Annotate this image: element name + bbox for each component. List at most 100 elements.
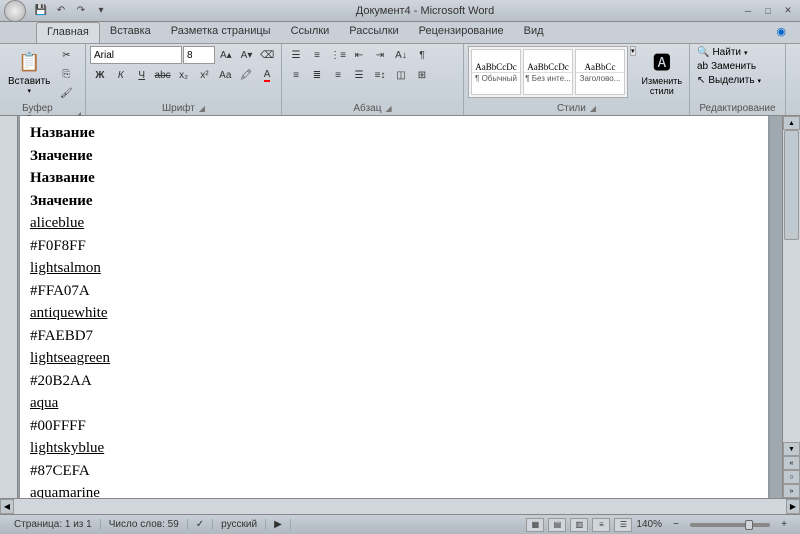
subscript-icon[interactable]: x₂ — [174, 66, 194, 84]
minimize-button[interactable]: ─ — [740, 4, 756, 18]
scroll-thumb[interactable] — [784, 130, 799, 240]
style-gallery-more-icon[interactable]: ▾ — [630, 46, 636, 56]
doc-line-8[interactable]: antiquewhite — [30, 302, 758, 325]
italic-icon[interactable]: К — [111, 66, 131, 84]
tab-0[interactable]: Главная — [36, 22, 100, 43]
tab-4[interactable]: Рассылки — [339, 22, 408, 43]
prev-page-icon[interactable]: « — [783, 456, 800, 470]
doc-line-12[interactable]: aqua — [30, 392, 758, 415]
zoom-slider[interactable] — [690, 523, 770, 527]
hscroll-right-icon[interactable]: ▶ — [786, 499, 800, 514]
format-painter-icon[interactable]: 🖌 — [56, 84, 76, 102]
status-language[interactable]: русский — [213, 519, 266, 530]
doc-line-6[interactable]: lightsalmon — [30, 257, 758, 280]
shrink-font-icon[interactable]: A▾ — [237, 46, 257, 64]
status-page[interactable]: Страница: 1 из 1 — [6, 519, 101, 530]
doc-line-3[interactable]: Значение — [30, 190, 758, 213]
zoom-thumb[interactable] — [745, 520, 753, 530]
highlight-icon[interactable]: 🖍 — [236, 66, 256, 84]
superscript-icon[interactable]: x² — [194, 66, 214, 84]
office-button[interactable] — [4, 0, 26, 22]
font-name-input[interactable] — [90, 46, 182, 64]
shading-icon[interactable]: ◫ — [391, 66, 411, 84]
doc-line-15[interactable]: #87CEFA — [30, 460, 758, 483]
strikethrough-icon[interactable]: abc — [153, 66, 173, 84]
doc-line-9[interactable]: #FAEBD7 — [30, 325, 758, 348]
doc-line-7[interactable]: #FFA07A — [30, 280, 758, 303]
doc-line-5[interactable]: #F0F8FF — [30, 235, 758, 258]
tab-5[interactable]: Рецензирование — [409, 22, 514, 43]
align-left-icon[interactable]: ≡ — [286, 66, 306, 84]
style-item-0[interactable]: AaBbCcDc¶ Обычный — [471, 49, 521, 95]
document-page[interactable]: НазваниеЗначениеНазваниеЗначениеaliceblu… — [20, 116, 768, 498]
doc-line-13[interactable]: #00FFFF — [30, 415, 758, 438]
change-styles-button[interactable]: 🅰 Изменить стили — [638, 46, 687, 98]
paragraph-dialog-icon[interactable]: ◢ — [385, 104, 391, 113]
hscroll-track[interactable] — [14, 499, 786, 514]
tab-6[interactable]: Вид — [514, 22, 554, 43]
borders-icon[interactable]: ⊞ — [412, 66, 432, 84]
underline-icon[interactable]: Ч — [132, 66, 152, 84]
tab-1[interactable]: Вставка — [100, 22, 161, 43]
find-button[interactable]: 🔍Найти▾ — [694, 46, 764, 59]
zoom-in-icon[interactable]: + — [774, 516, 794, 534]
close-button[interactable]: ✕ — [780, 4, 796, 18]
redo-icon[interactable]: ↷ — [72, 2, 90, 20]
save-icon[interactable]: 💾 — [32, 2, 50, 20]
font-dialog-icon[interactable]: ◢ — [199, 104, 205, 113]
replace-button[interactable]: abЗаменить — [694, 60, 764, 73]
numbering-icon[interactable]: ≡ — [307, 46, 327, 64]
doc-line-14[interactable]: lightskyblue — [30, 437, 758, 460]
doc-line-4[interactable]: aliceblue — [30, 212, 758, 235]
change-case-icon[interactable]: Aa — [215, 66, 235, 84]
style-item-2[interactable]: AaBbCcЗаголово... — [575, 49, 625, 95]
view-draft-icon[interactable]: ☰ — [614, 518, 632, 532]
next-page-icon[interactable]: » — [783, 484, 800, 498]
cut-icon[interactable]: ✂ — [56, 46, 76, 64]
zoom-level[interactable]: 140% — [636, 519, 662, 530]
indent-increase-icon[interactable]: ⇥ — [370, 46, 390, 64]
scroll-up-icon[interactable]: ▲ — [783, 116, 800, 130]
view-print-icon[interactable]: ▦ — [526, 518, 544, 532]
select-button[interactable]: ↖Выделить▾ — [694, 74, 764, 87]
tab-2[interactable]: Разметка страницы — [161, 22, 281, 43]
styles-dialog-icon[interactable]: ◢ — [590, 104, 596, 113]
align-justify-icon[interactable]: ☰ — [349, 66, 369, 84]
status-proof-icon[interactable]: ✓ — [188, 519, 213, 530]
doc-line-2[interactable]: Название — [30, 167, 758, 190]
hscroll-left-icon[interactable]: ◀ — [0, 499, 14, 514]
view-web-icon[interactable]: ▥ — [570, 518, 588, 532]
grow-font-icon[interactable]: A▴ — [216, 46, 236, 64]
bold-icon[interactable]: Ж — [90, 66, 110, 84]
style-item-1[interactable]: AaBbCcDc¶ Без инте... — [523, 49, 573, 95]
vertical-ruler[interactable] — [0, 116, 18, 498]
font-color-icon[interactable]: A — [257, 66, 277, 84]
show-marks-icon[interactable]: ¶ — [412, 46, 432, 64]
font-size-input[interactable] — [183, 46, 215, 64]
status-words[interactable]: Число слов: 59 — [101, 519, 188, 530]
align-right-icon[interactable]: ≡ — [328, 66, 348, 84]
scroll-track[interactable] — [783, 130, 800, 442]
doc-line-16[interactable]: aquamarine — [30, 482, 758, 498]
doc-line-10[interactable]: lightseagreen — [30, 347, 758, 370]
indent-decrease-icon[interactable]: ⇤ — [349, 46, 369, 64]
doc-line-0[interactable]: Название — [30, 122, 758, 145]
align-center-icon[interactable]: ≣ — [307, 66, 327, 84]
undo-icon[interactable]: ↶ — [52, 2, 70, 20]
help-icon[interactable]: ◉ — [770, 22, 792, 43]
sort-icon[interactable]: A↓ — [391, 46, 411, 64]
zoom-out-icon[interactable]: − — [666, 516, 686, 534]
view-reading-icon[interactable]: ▤ — [548, 518, 566, 532]
browse-object-icon[interactable]: ○ — [783, 470, 800, 484]
doc-line-11[interactable]: #20B2AA — [30, 370, 758, 393]
multilevel-icon[interactable]: ⋮≡ — [328, 46, 348, 64]
scroll-down-icon[interactable]: ▼ — [783, 442, 800, 456]
qat-more-icon[interactable]: ▾ — [92, 2, 110, 20]
clear-format-icon[interactable]: ⌫ — [257, 46, 277, 64]
maximize-button[interactable]: □ — [760, 4, 776, 18]
bullets-icon[interactable]: ☰ — [286, 46, 306, 64]
view-outline-icon[interactable]: ≡ — [592, 518, 610, 532]
line-spacing-icon[interactable]: ≡↕ — [370, 66, 390, 84]
copy-icon[interactable]: ⎘ — [56, 65, 76, 83]
paste-button[interactable]: 📋 Вставить ▾ — [4, 46, 54, 97]
